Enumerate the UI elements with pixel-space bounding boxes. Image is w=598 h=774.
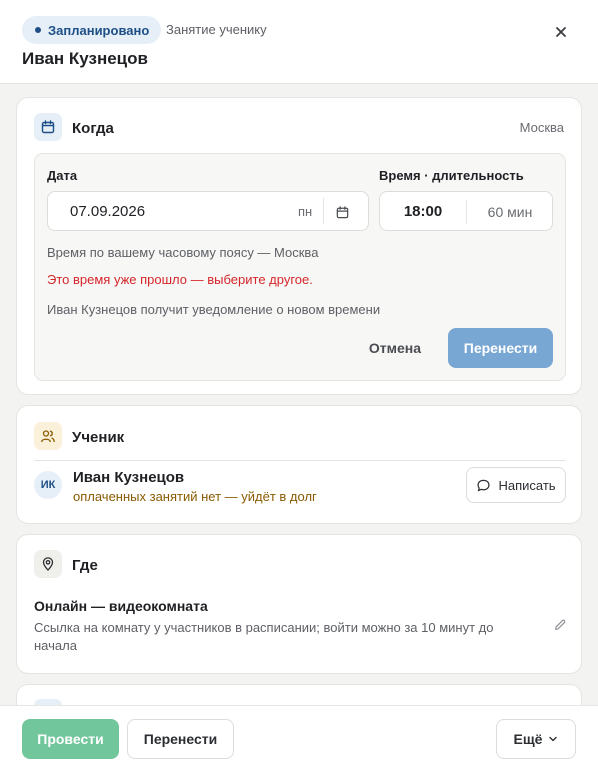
timezone-note: Время по вашему часовому поясу — Москва (47, 245, 319, 260)
where-title: Где (72, 557, 98, 574)
conduct-lesson-button[interactable]: Провести (22, 719, 119, 759)
modal-header: Запланировано Занятие ученику Иван Кузне… (0, 0, 598, 84)
student-name: Иван Кузнецов (73, 469, 185, 486)
where-icon-box (34, 550, 62, 578)
users-icon (41, 430, 55, 443)
chat-bubble-icon (477, 479, 490, 491)
date-label: Дата (47, 168, 78, 183)
close-icon (556, 27, 566, 37)
status-badge: Запланировано (22, 16, 162, 44)
notification-note: Иван Кузнецов получит уведомление о ново… (47, 302, 381, 317)
more-button-label: Ещё (513, 731, 543, 747)
student-icon-box (34, 422, 62, 450)
when-icon-box (34, 113, 62, 141)
reschedule-form: Дата Время · длительность 07.09.2026 пн … (34, 153, 566, 381)
calendar-icon (336, 205, 348, 218)
location-title: Онлайн — видеокомната (34, 598, 208, 614)
confirm-reschedule-button[interactable]: Перенести (448, 328, 553, 368)
open-calendar-button[interactable] (331, 201, 353, 223)
weekday-label: пн (298, 204, 313, 219)
cancel-button[interactable]: Отмена (360, 328, 430, 368)
time-label: Время · длительность (379, 168, 524, 183)
modal-footer: Провести Перенести Ещё (0, 705, 598, 774)
message-button[interactable]: Написать (466, 467, 566, 503)
error-message: Это время уже прошло — выберите другое. (47, 272, 313, 287)
lesson-type-label: Занятие ученику (166, 22, 267, 37)
message-button-label: Написать (498, 477, 556, 493)
calendar-icon (41, 120, 55, 134)
edit-location-button[interactable] (550, 615, 570, 635)
reschedule-button[interactable]: Перенести (127, 719, 234, 759)
location-description: Ссылка на комнату у участников в расписа… (34, 620, 494, 653)
status-text: Запланировано (48, 22, 150, 38)
when-card: Когда Москва Дата Время · длительность 0… (16, 97, 582, 395)
student-card: Ученик ИК Иван Кузнецов оплаченных занят… (16, 405, 582, 524)
date-value: 07.09.2026 (70, 203, 146, 220)
lesson-modal: Запланировано Занятие ученику Иван Кузне… (0, 0, 598, 774)
chevron-down-icon (549, 736, 558, 742)
avatar: ИК (34, 471, 62, 499)
time-input[interactable]: 18:00 (380, 203, 466, 220)
date-input[interactable]: 07.09.2026 пн (47, 191, 369, 231)
timezone-label: Москва (519, 120, 564, 135)
when-title: Когда (72, 120, 114, 137)
page-title: Иван Кузнецов (22, 49, 148, 68)
status-dot (35, 27, 41, 33)
time-duration-input: 18:00 60 мин (379, 191, 553, 231)
divider (34, 460, 566, 461)
more-button[interactable]: Ещё (496, 719, 576, 759)
map-pin-icon (42, 557, 54, 571)
duration-input[interactable]: 60 мин (467, 204, 553, 220)
student-title: Ученик (72, 429, 125, 446)
where-card: Где Онлайн — видеокомната Ссылка на комн… (16, 534, 582, 674)
date-divider (323, 198, 324, 224)
balance-warning: оплаченных занятий нет — уйдёт в долг (73, 489, 317, 504)
close-button[interactable] (547, 18, 575, 46)
pencil-icon (555, 619, 566, 630)
